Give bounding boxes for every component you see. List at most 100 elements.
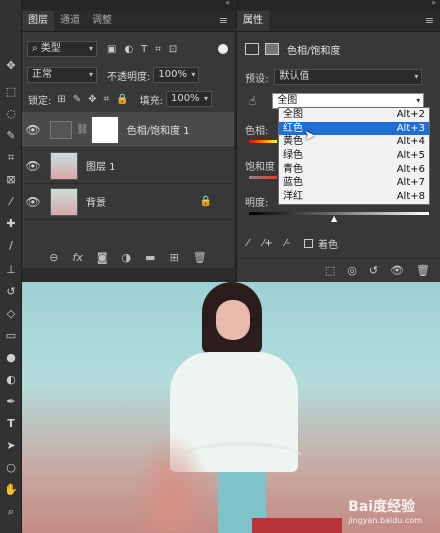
crop-tool-icon[interactable]: ⌗ — [3, 150, 19, 166]
dropdown-option[interactable]: 全图 Alt+2 — [279, 108, 429, 122]
opacity-field[interactable]: 100% ▾ — [153, 67, 200, 83]
history-brush-icon[interactable]: ↺ — [3, 284, 19, 300]
dropdown-option[interactable]: 青色 Alt+6 — [279, 163, 429, 177]
preset-label: 预设: — [245, 73, 269, 85]
filter-kind-value: 类型 — [40, 43, 61, 54]
layer-name[interactable]: 背景 — [86, 194, 106, 209]
pen-tool-icon[interactable]: ✒ — [3, 394, 19, 410]
clip-to-layer-icon[interactable]: ⬚ — [325, 264, 335, 277]
dropdown-option[interactable]: 绿色 Alt+5 — [279, 149, 429, 163]
tab-layers[interactable]: 图层 — [22, 11, 54, 31]
properties-header: 色相/饱和度 — [237, 38, 440, 60]
eyedropper-tool-icon[interactable]: ⁄ — [3, 194, 19, 210]
panel-menu-icon[interactable]: ≡ — [425, 14, 434, 27]
hue-slider-track[interactable] — [249, 140, 277, 143]
layers-panel: « 图层 通道 调整 ≡ ⌕ 类型 ▾ ▣◐T⌗⊡ 正常 ▾ 不透明度: 100… — [22, 0, 234, 268]
dropdown-option[interactable]: 蓝色 Alt+7 — [279, 176, 429, 190]
tab-properties[interactable]: 属性 — [237, 11, 269, 31]
watermark-brand: Bai度经验 — [348, 499, 416, 515]
option-shortcut: Alt+4 — [396, 136, 425, 148]
option-label: 绿色 — [283, 150, 303, 162]
tab-adjustments[interactable]: 调整 — [86, 11, 118, 31]
layer-row[interactable]: 👁 背景 🔒 — [22, 184, 234, 220]
lightness-slider-thumb[interactable]: ▲ — [331, 214, 337, 223]
hand-tool-icon[interactable]: ✋ — [3, 482, 19, 498]
collapse-icon[interactable]: » — [431, 0, 436, 7]
quick-select-tool-icon[interactable]: ✎ — [3, 128, 19, 144]
new-layer-icon[interactable]: ⊞ — [170, 251, 179, 264]
filter-kind-select[interactable]: ⌕ 类型 ▾ — [27, 41, 97, 57]
grass-shape — [132, 432, 212, 532]
eraser-tool-icon[interactable]: ◇ — [3, 306, 19, 322]
link-icon[interactable]: ⛓ — [76, 124, 89, 135]
gradient-tool-icon[interactable]: ▭ — [3, 328, 19, 344]
layer-name[interactable]: 色相/饱和度 1 — [127, 122, 190, 137]
fx-icon[interactable]: fx — [72, 251, 82, 264]
layer-mask-thumbnail[interactable] — [90, 115, 119, 144]
blend-mode-select[interactable]: 正常 ▾ — [27, 67, 97, 83]
option-label: 蓝色 — [283, 177, 303, 189]
layer-thumbnail[interactable] — [50, 151, 78, 180]
dropdown-option[interactable]: 洋红 Alt+8 — [279, 190, 429, 204]
chevron-down-icon: ▾ — [414, 72, 419, 81]
colorize-checkbox[interactable] — [304, 238, 314, 248]
trash-icon[interactable]: 🗑 — [193, 251, 207, 264]
brush-tool-icon[interactable]: ∕ — [3, 238, 19, 254]
hand-adjust-icon[interactable]: ☝ — [249, 94, 256, 108]
blur-tool-icon[interactable]: ● — [3, 350, 19, 366]
layer-thumbnail[interactable] — [50, 187, 78, 216]
filter-icons[interactable]: ▣◐T⌗⊡ — [107, 44, 185, 55]
mask-icon[interactable] — [265, 43, 279, 55]
option-shortcut: Alt+3 — [396, 122, 425, 134]
lock-icons[interactable]: ⊞✎✥⌗🔒 — [57, 94, 135, 105]
option-shortcut: Alt+8 — [396, 191, 425, 203]
layer-name[interactable]: 图层 1 — [86, 158, 116, 173]
stamp-tool-icon[interactable]: ⊥ — [3, 262, 19, 278]
lasso-tool-icon[interactable]: ◌ — [3, 106, 19, 122]
properties-tabs: 属性 — [237, 10, 440, 32]
canvas-photo[interactable]: Bai度经验 jingyan.baidu.com — [22, 282, 440, 533]
visibility-icon[interactable]: 👁 — [390, 264, 404, 277]
dropdown-option[interactable]: 红色 Alt+3 — [279, 121, 429, 136]
filter-toggle-icon[interactable] — [218, 44, 228, 54]
eye-icon[interactable]: 👁 — [22, 159, 44, 173]
healing-tool-icon[interactable]: ✚ — [3, 216, 19, 232]
eye-icon[interactable]: 👁 — [22, 123, 44, 137]
collapse-icon[interactable]: « — [225, 0, 230, 7]
reset-icon[interactable]: ↺ — [369, 264, 378, 277]
tab-channels[interactable]: 通道 — [54, 11, 86, 31]
type-tool-icon[interactable]: T — [3, 416, 19, 432]
saturation-slider-track[interactable] — [249, 176, 277, 179]
tool-strip: ✥ ⬚ ◌ ✎ ⌗ ⊠ ⁄ ✚ ∕ ⊥ ↺ ◇ ▭ ● ◐ ✒ T ➤ ○ ✋ … — [0, 0, 22, 533]
frame-tool-icon[interactable]: ⊠ — [3, 172, 19, 188]
view-previous-icon[interactable]: ◎ — [347, 264, 357, 277]
lightness-slider-track[interactable] — [249, 212, 429, 215]
eyedropper-row: ⁄ ⁄+ ⁄- 着色 — [237, 232, 440, 254]
eye-icon[interactable]: 👁 — [22, 195, 44, 209]
shape-tool-icon[interactable]: ○ — [3, 460, 19, 476]
fill-field[interactable]: 100% ▾ — [165, 91, 212, 107]
delete-icon[interactable]: 🗑 — [416, 264, 430, 277]
link-layers-icon[interactable]: ⊖ — [49, 251, 58, 264]
opacity-label: 不透明度: — [107, 71, 151, 83]
dropdown-option[interactable]: 黄色 Alt+4 — [279, 135, 429, 149]
preset-value: 默认值 — [279, 71, 310, 82]
move-tool-icon[interactable]: ✥ — [3, 58, 19, 74]
path-select-tool-icon[interactable]: ➤ — [3, 438, 19, 454]
eyedropper-minus-icon[interactable]: ⁄- — [285, 238, 290, 249]
preset-select[interactable]: 默认值 ▾ — [274, 69, 423, 85]
panel-menu-icon[interactable]: ≡ — [219, 14, 228, 27]
marquee-tool-icon[interactable]: ⬚ — [3, 84, 19, 100]
layer-row[interactable]: 👁 图层 1 — [22, 148, 234, 184]
add-mask-icon[interactable]: ◙ — [97, 251, 108, 264]
colorize-label: 着色 — [318, 239, 339, 251]
adjustment-icon[interactable]: ◑ — [122, 251, 132, 264]
watermark-url: jingyan.baidu.com — [348, 516, 422, 525]
layer-row[interactable]: 👁 ⛓ 色相/饱和度 1 — [22, 112, 234, 148]
zoom-tool-icon[interactable]: ⌕ — [3, 504, 19, 520]
eyedropper-icon[interactable]: ⁄ — [247, 238, 249, 249]
folder-icon[interactable]: ▬ — [145, 251, 155, 264]
eyedropper-plus-icon[interactable]: ⁄+ — [263, 238, 273, 249]
dodge-tool-icon[interactable]: ◐ — [3, 372, 19, 388]
adjustment-icon[interactable] — [245, 43, 259, 55]
